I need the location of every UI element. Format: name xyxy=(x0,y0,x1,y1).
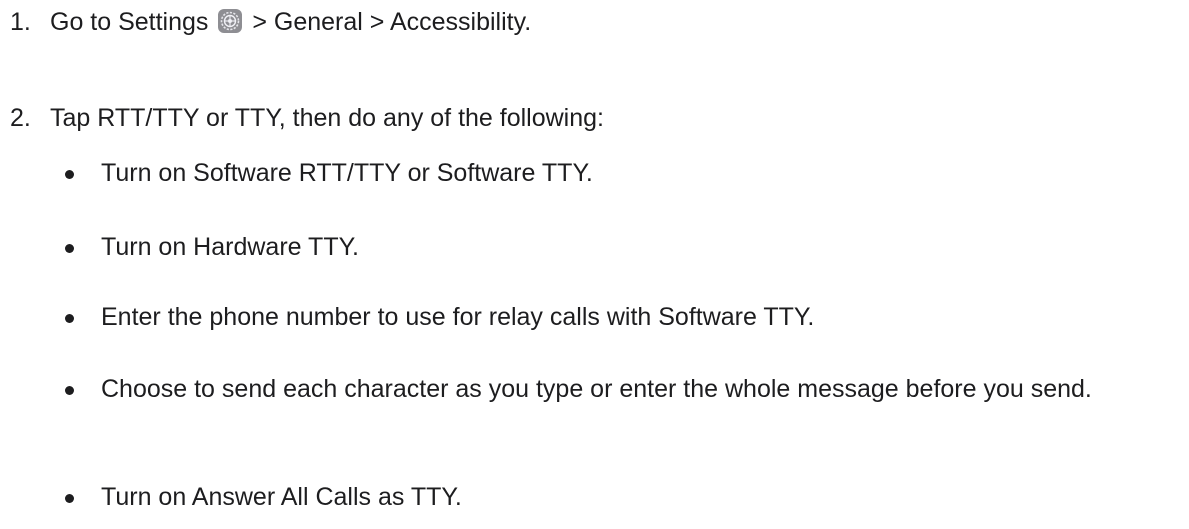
step-2-number: 2. xyxy=(10,104,31,132)
bullet-icon xyxy=(65,494,74,503)
bullet-icon xyxy=(65,314,74,323)
step-2: 2. Tap RTT/TTY or TTY, then do any of th… xyxy=(0,101,1189,135)
step-2-text: Tap RTT/TTY or TTY, then do any of the f… xyxy=(50,104,604,132)
step-1: 1. Go to Settings > General > Accessibil… xyxy=(0,5,1189,39)
bullet-icon xyxy=(65,244,74,253)
list-item-text: Choose to send each character as you typ… xyxy=(101,375,1092,403)
list-item-text: Turn on Software RTT/TTY or Software TTY… xyxy=(101,159,593,187)
list-item-text: Enter the phone number to use for relay … xyxy=(101,303,815,331)
step-1-text-before-icon: Go to Settings xyxy=(50,8,209,36)
list-item-text: Turn on Answer All Calls as TTY. xyxy=(101,483,462,511)
bullet-icon xyxy=(65,170,74,179)
step-1-text: Go to Settings > General > Accessibility… xyxy=(50,5,531,39)
instruction-steps: 1. Go to Settings > General > Accessibil… xyxy=(0,0,1189,132)
step-1-text-after-icon: > General > Accessibility. xyxy=(252,8,532,36)
list-item-text: Turn on Hardware TTY. xyxy=(101,233,359,261)
settings-gear-icon xyxy=(217,8,243,34)
step-1-number: 1. xyxy=(10,8,31,36)
bullet-icon xyxy=(65,386,74,395)
